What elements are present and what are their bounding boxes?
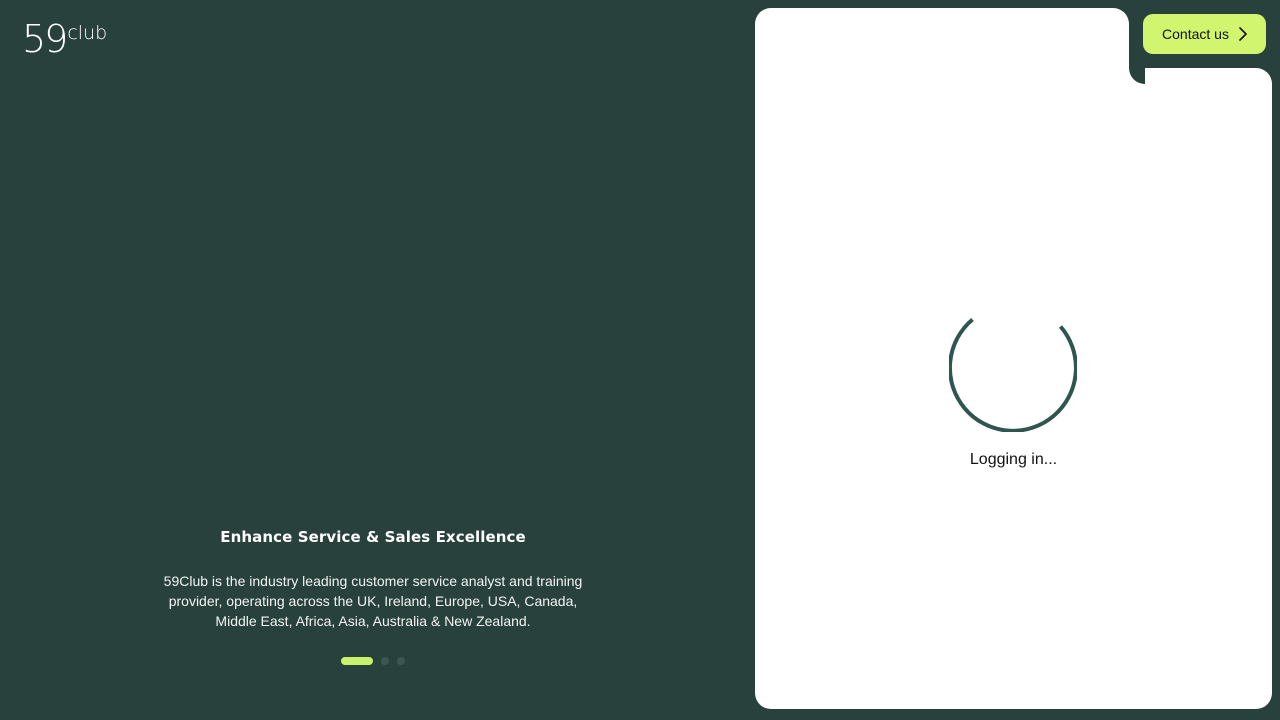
contact-us-button[interactable]: Contact us xyxy=(1143,14,1266,54)
carousel-dot-3[interactable] xyxy=(397,657,405,665)
feature-carousel: Enhance Service & Sales Excellence 59Clu… xyxy=(0,525,746,665)
slide-description: 59Club is the industry leading customer … xyxy=(163,573,583,629)
carousel-dot-1[interactable] xyxy=(341,657,373,665)
carousel-pagination xyxy=(0,657,746,665)
contact-us-label: Contact us xyxy=(1162,26,1229,42)
logo[interactable]: 59 club xyxy=(22,17,108,61)
logo-text: club xyxy=(67,22,108,44)
loading-spinner-icon xyxy=(948,304,1078,433)
loading-status-text: Logging in... xyxy=(969,451,1058,468)
slide-title: Enhance Service & Sales Excellence xyxy=(220,528,526,546)
login-page: 59 club Enhance Service & Sales Excellen… xyxy=(0,0,1280,720)
carousel-dot-2[interactable] xyxy=(381,657,389,665)
logo-number: 59 xyxy=(22,17,68,61)
chevron-right-icon xyxy=(1239,27,1247,41)
panel-notch-corner xyxy=(1129,68,1145,84)
